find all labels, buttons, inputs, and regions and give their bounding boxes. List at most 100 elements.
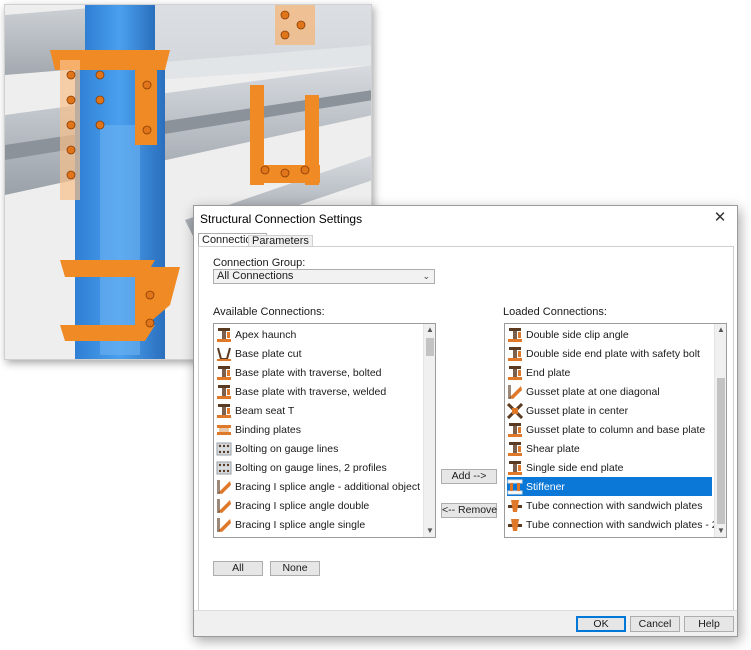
loaded-connections-list[interactable]: Double side clip angle Double side end pl… <box>504 323 727 538</box>
bracing-icon-glyph <box>217 517 231 532</box>
gusset-center-icon <box>507 402 523 419</box>
base-plate-traverse-icon-glyph <box>217 365 231 380</box>
loaded-connection-item[interactable]: Gusset plate to column and base plate <box>507 420 712 439</box>
ok-button[interactable]: OK <box>576 616 626 632</box>
end-plate-icon-glyph <box>508 365 522 380</box>
gusset-icon <box>507 384 523 400</box>
remove-button[interactable]: <-- Remove <box>441 503 497 518</box>
loaded-connection-item[interactable]: Tube connection with sandwich plates <box>507 496 712 515</box>
available-connection-item-label: Base plate with traverse, bolted <box>235 366 382 379</box>
scroll-thumb[interactable] <box>717 378 725 524</box>
cancel-button[interactable]: Cancel <box>630 616 680 632</box>
clip-angle-icon-glyph <box>508 327 522 342</box>
connection-group-value: All Connections <box>217 270 294 282</box>
loaded-connection-item[interactable]: Gusset plate in center <box>507 401 712 420</box>
end-plate-icon-glyph <box>508 460 522 475</box>
available-connection-item[interactable]: Beam seat T <box>216 401 421 420</box>
loaded-connection-item[interactable]: Double side clip angle <box>507 325 712 344</box>
shear-plate-icon <box>507 441 523 457</box>
tube-icon-glyph <box>508 518 522 531</box>
scroll-thumb[interactable] <box>426 338 434 356</box>
available-connection-item-label: Binding plates <box>235 423 301 436</box>
scroll-down-icon[interactable]: ▼ <box>424 525 435 537</box>
available-connection-item[interactable]: Binding plates <box>216 420 421 439</box>
available-connection-item-label: Bracing I splice angle single <box>235 518 366 531</box>
base-plate-traverse-icon <box>216 384 232 400</box>
available-connection-item-label: Bolting on gauge lines, 2 profiles <box>235 461 387 474</box>
add-button[interactable]: Add --> <box>441 469 497 484</box>
dialog-titlebar[interactable]: Structural Connection Settings ✕ <box>194 206 737 230</box>
loaded-connection-item[interactable]: Single side end plate <box>507 458 712 477</box>
loaded-connection-item[interactable]: End plate <box>507 363 712 382</box>
available-connection-item[interactable]: Base plate with traverse, bolted <box>216 363 421 382</box>
base-plate-cut-icon <box>216 346 232 362</box>
loaded-connection-item[interactable]: Shear plate <box>507 439 712 458</box>
scroll-up-icon[interactable]: ▲ <box>715 324 726 336</box>
available-connection-item-label: Base plate cut <box>235 347 302 360</box>
base-plate-traverse-icon <box>216 365 232 381</box>
scroll-up-icon[interactable]: ▲ <box>424 324 435 336</box>
end-plate-icon <box>507 365 523 381</box>
available-connection-item-label: Bracing I splice angle - additional obje… <box>235 480 421 493</box>
apex-haunch-icon <box>216 327 232 343</box>
loaded-connection-item[interactable]: Tube connection with sandwich plates - 2… <box>507 515 726 534</box>
chevron-down-icon: ⌄ <box>422 271 430 281</box>
bracing-icon-glyph <box>217 479 231 494</box>
loaded-connection-item-label: Gusset plate in center <box>526 404 629 417</box>
help-button[interactable]: Help <box>684 616 734 632</box>
bracing-icon-glyph <box>217 498 231 513</box>
available-scrollbar[interactable]: ▲ ▼ <box>423 324 435 537</box>
loaded-connection-item[interactable]: Double side end plate with safety bolt <box>507 344 712 363</box>
available-connection-item[interactable]: Bolting on gauge lines, 2 profiles <box>216 458 421 477</box>
available-connection-item[interactable]: Apex haunch <box>216 325 421 344</box>
available-connection-item[interactable]: Bracing I splice angle - additional obje… <box>216 477 421 496</box>
binding-plates-icon-glyph <box>217 424 231 435</box>
loaded-connection-item[interactable]: Stiffener <box>507 477 712 496</box>
available-connections-label: Available Connections: <box>213 306 325 318</box>
beam-seat-icon-glyph <box>217 403 231 418</box>
loaded-scrollbar[interactable]: ▲ ▼ <box>714 324 726 537</box>
tube-icon <box>507 517 523 533</box>
end-plate-bolt-icon <box>507 346 523 362</box>
beam-seat-icon <box>216 403 232 419</box>
select-all-button[interactable]: All <box>213 561 263 576</box>
select-none-button[interactable]: None <box>270 561 320 576</box>
structural-connection-settings-dialog: Structural Connection Settings ✕ Connect… <box>193 205 738 637</box>
available-connection-item-label: Bracing I splice angle double <box>235 499 370 512</box>
available-connection-item[interactable]: Bracing I splice angle single <box>216 515 421 534</box>
available-connection-item[interactable]: Bolting on gauge lines <box>216 439 421 458</box>
clip-angle-icon <box>507 327 523 343</box>
bolt-grid-icon-glyph <box>216 461 232 474</box>
bolt-grid-icon <box>216 460 232 476</box>
gusset-icon-glyph <box>508 384 522 399</box>
loaded-connection-item[interactable]: Gusset plate at one diagonal <box>507 382 712 401</box>
scroll-down-icon[interactable]: ▼ <box>715 525 726 537</box>
base-plate-traverse-icon-glyph <box>217 384 231 399</box>
close-icon[interactable]: ✕ <box>711 209 729 227</box>
shear-plate-icon-glyph <box>508 441 522 456</box>
connections-tab-panel: Connection Group: All Connections ⌄ Avai… <box>198 246 734 614</box>
available-connection-item-label: Beam seat T <box>235 404 295 417</box>
bolt-grid-icon <box>216 441 232 457</box>
available-connection-item[interactable]: Base plate with traverse, welded <box>216 382 421 401</box>
bracing-icon <box>216 479 232 495</box>
end-plate-icon <box>507 460 523 476</box>
gusset-column-icon-glyph <box>508 422 522 437</box>
available-connections-list[interactable]: Apex haunch Base plate cut Base plate with… <box>213 323 436 538</box>
tube-icon-glyph <box>508 499 522 512</box>
dialog-footer: OK Cancel Help <box>194 610 737 636</box>
loaded-connection-item-label: Single side end plate <box>526 461 624 474</box>
loaded-connection-item-label: Shear plate <box>526 442 580 455</box>
connection-group-label: Connection Group: <box>213 257 306 269</box>
loaded-connection-item-label: Tube connection with sandwich plates <box>526 499 703 512</box>
apex-haunch-icon-glyph <box>217 327 231 342</box>
available-connection-item[interactable]: Base plate cut <box>216 344 421 363</box>
connection-group-select[interactable]: All Connections ⌄ <box>213 269 435 284</box>
bolt-grid-icon-glyph <box>216 442 232 455</box>
dialog-title: Structural Connection Settings <box>200 212 363 226</box>
available-connection-item[interactable]: Bracing I splice angle double <box>216 496 421 515</box>
end-plate-bolt-icon-glyph <box>508 346 522 361</box>
stiffener-icon-glyph <box>507 479 523 494</box>
tab-parameters[interactable]: Parameters <box>248 235 313 247</box>
bracing-icon <box>216 517 232 533</box>
